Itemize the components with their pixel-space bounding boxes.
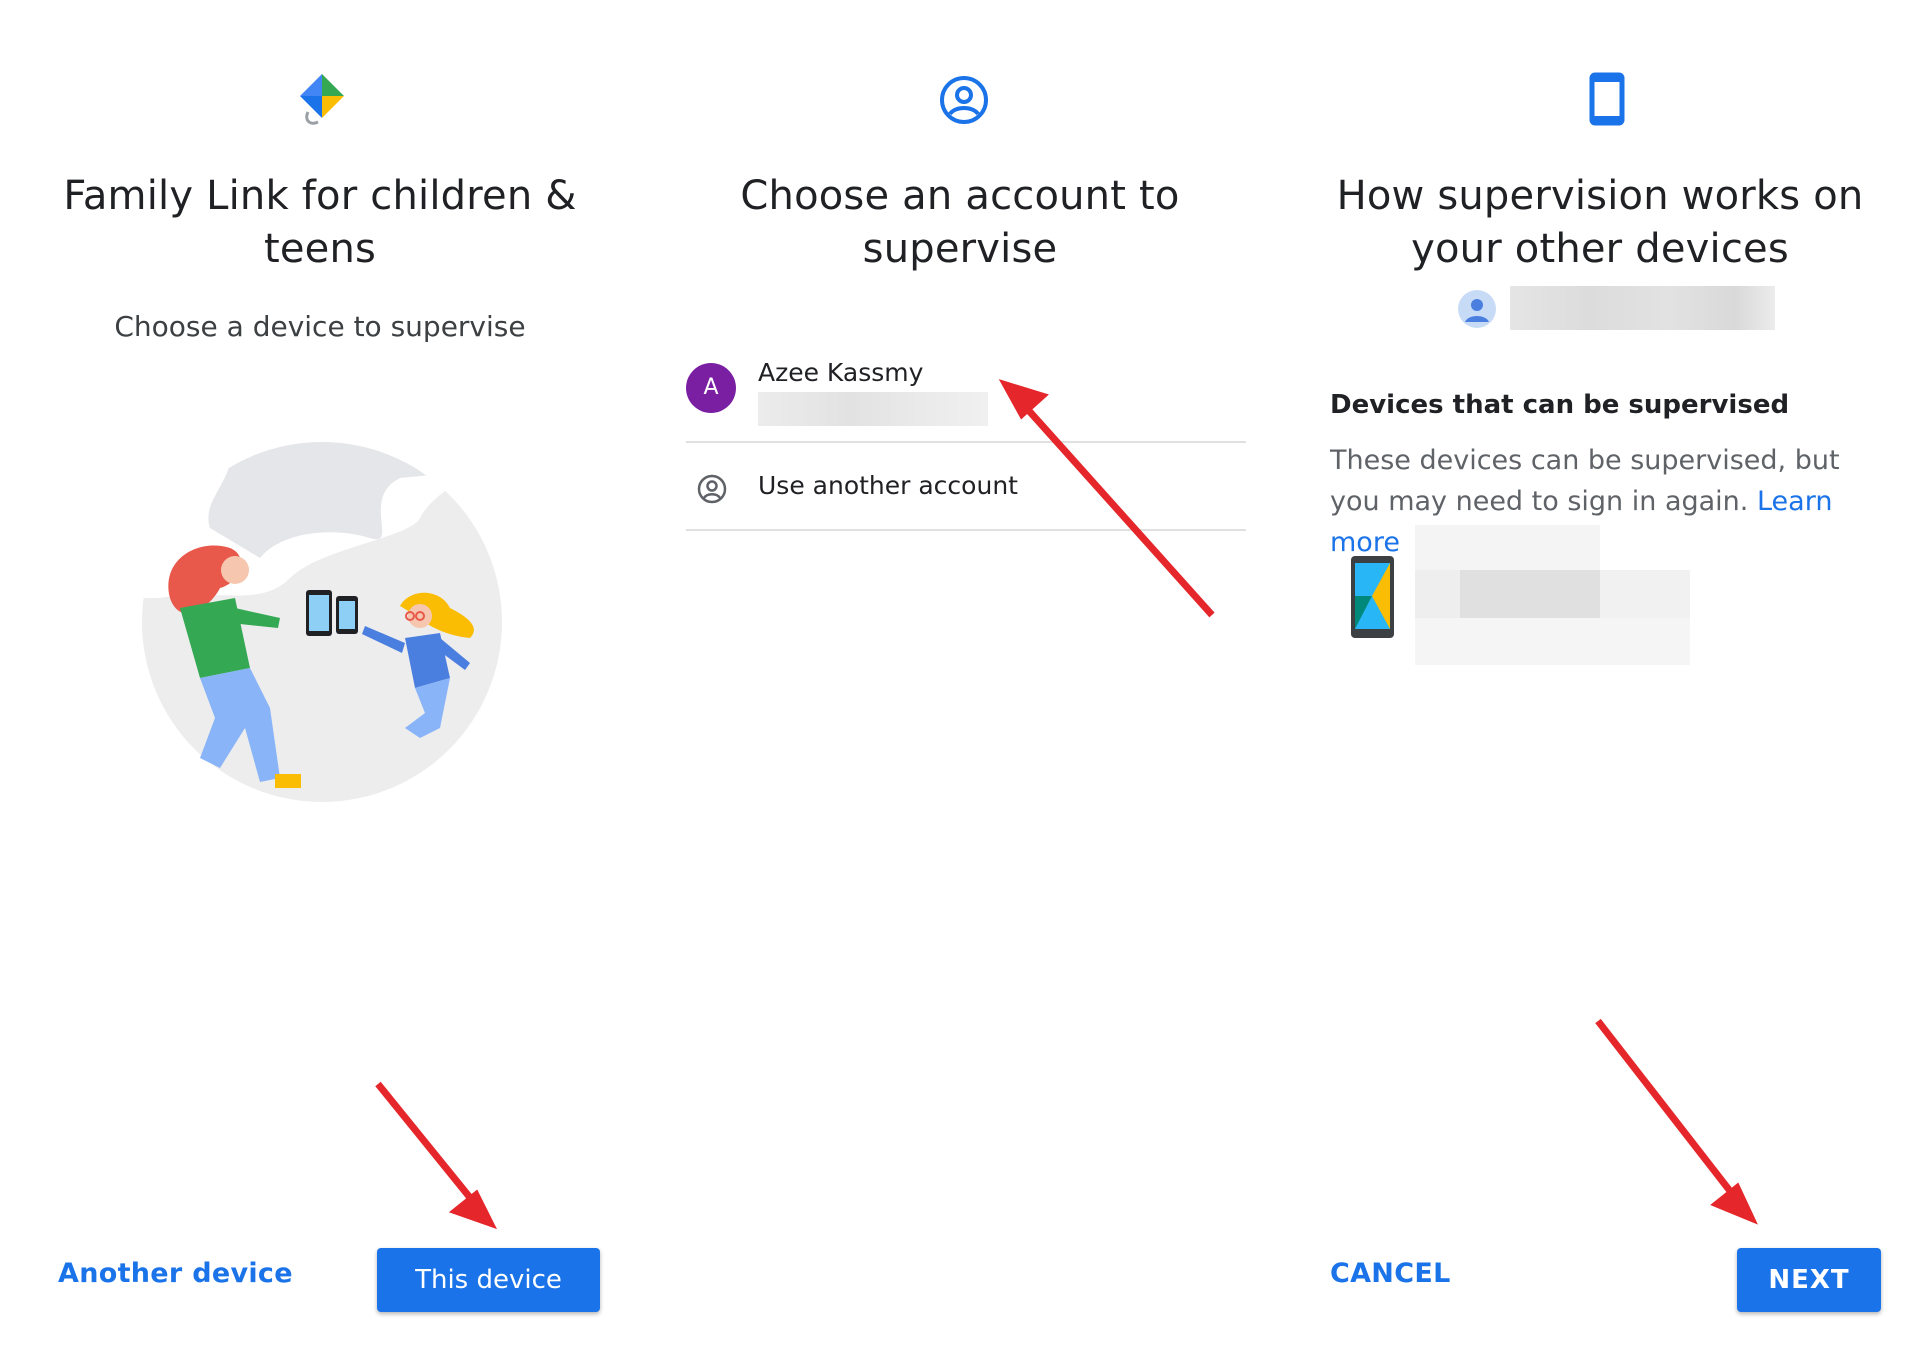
section-heading: Devices that can be supervised bbox=[1330, 390, 1790, 420]
another-device-button[interactable]: Another device bbox=[58, 1258, 293, 1289]
phone-icon bbox=[1589, 72, 1625, 126]
use-another-account-button[interactable]: Use another account bbox=[758, 471, 1018, 500]
phone-device-icon bbox=[1351, 556, 1394, 638]
redacted-email bbox=[758, 392, 988, 426]
panel-supervision-devices: How supervision works on your other devi… bbox=[1280, 0, 1920, 1345]
divider bbox=[686, 441, 1246, 443]
divider bbox=[686, 529, 1246, 531]
page-subtitle: Choose a device to supervise bbox=[114, 310, 526, 343]
account-name[interactable]: Azee Kassmy bbox=[758, 358, 923, 387]
avatar: A bbox=[686, 363, 736, 413]
avatar bbox=[1458, 290, 1496, 328]
family-link-logo-icon bbox=[300, 74, 344, 125]
cancel-button[interactable]: CANCEL bbox=[1330, 1258, 1451, 1289]
account-circle-icon bbox=[940, 76, 988, 124]
panel-choose-account: Choose an account to supervise bbox=[640, 0, 1280, 1345]
redacted-device-name bbox=[1415, 525, 1690, 665]
person-circle-icon bbox=[697, 474, 727, 504]
redacted-account-name bbox=[1510, 286, 1775, 330]
this-device-button[interactable]: This device bbox=[377, 1248, 600, 1312]
family-illustration bbox=[142, 442, 502, 802]
page-title: Choose an account to supervise bbox=[740, 173, 1180, 272]
panel-family-link: Family Link for children & teens Choose … bbox=[0, 0, 640, 1345]
page-title: Family Link for children & teens bbox=[63, 173, 577, 272]
next-button[interactable]: NEXT bbox=[1737, 1248, 1881, 1312]
page-title: How supervision works on your other devi… bbox=[1336, 173, 1864, 272]
